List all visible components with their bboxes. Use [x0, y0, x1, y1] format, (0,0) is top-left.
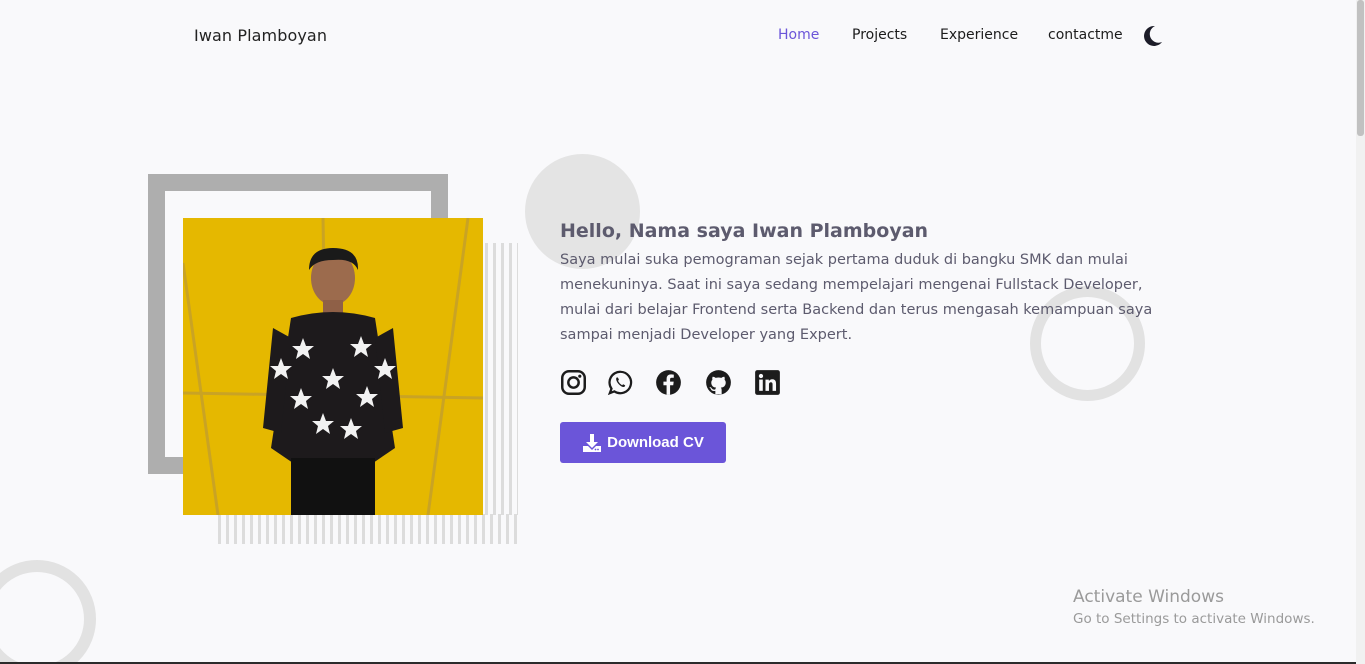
windows-activation-watermark: Activate Windows Go to Settings to activ… — [1073, 587, 1315, 627]
hero-bio: Saya mulai suka pemograman sejak pertama… — [560, 252, 1153, 343]
linkedin-icon[interactable] — [754, 369, 781, 396]
nav-home[interactable]: Home — [778, 27, 819, 43]
download-cv-button[interactable]: Download CV — [560, 422, 726, 463]
scrollbar[interactable] — [1356, 0, 1365, 664]
scrollbar-thumb[interactable] — [1357, 0, 1364, 136]
instagram-icon[interactable] — [560, 369, 587, 396]
github-icon[interactable] — [705, 369, 732, 396]
download-icon — [583, 433, 602, 452]
facebook-icon[interactable] — [655, 369, 682, 396]
nav-contactme[interactable]: contactme — [1048, 27, 1123, 43]
hero-greeting: Hello, Nama saya Iwan Plamboyan — [560, 220, 929, 242]
decorative-stripes — [218, 514, 518, 544]
decorative-stripes — [485, 243, 518, 515]
watermark-subtitle: Go to Settings to activate Windows. — [1073, 611, 1315, 627]
decorative-ring — [0, 560, 96, 664]
download-cv-label: Download CV — [607, 434, 704, 451]
whatsapp-icon[interactable] — [607, 369, 634, 396]
watermark-title: Activate Windows — [1073, 587, 1224, 607]
profile-photo — [183, 218, 483, 515]
nav-projects[interactable]: Projects — [852, 27, 907, 43]
nav-experience[interactable]: Experience — [940, 27, 1018, 43]
moon-icon[interactable] — [1143, 25, 1163, 47]
